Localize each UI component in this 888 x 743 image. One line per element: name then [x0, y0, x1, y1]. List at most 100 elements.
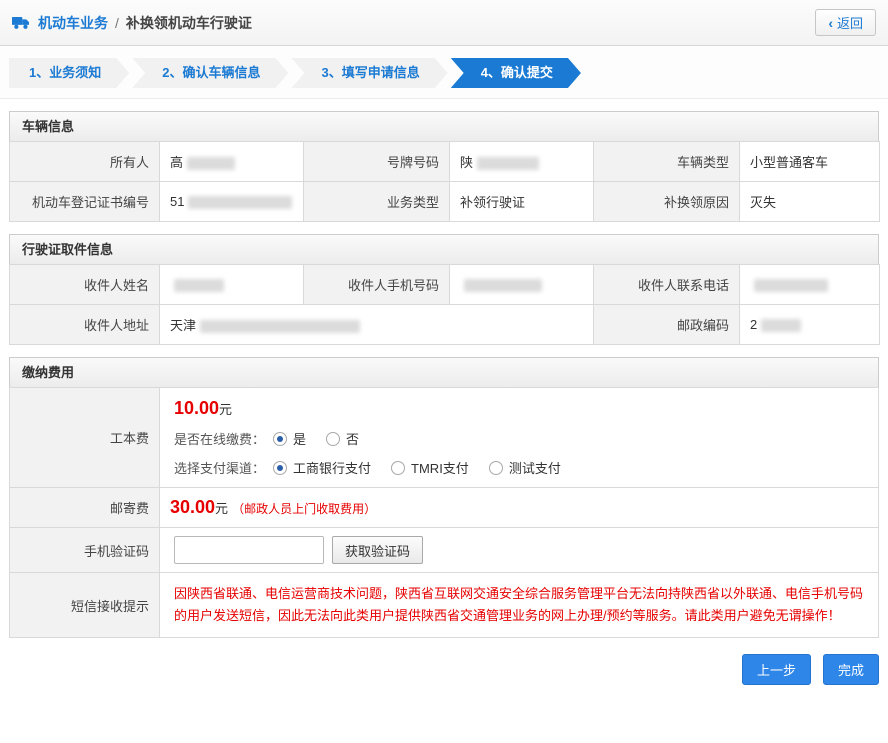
- business-type-value: 补领行驶证: [449, 181, 594, 222]
- sms-code-content: 获取验证码: [159, 527, 879, 573]
- postage-fee-content: 30.00元 （邮政人员上门收取费用）: [159, 487, 879, 528]
- pickup-info-title: 行驶证取件信息: [9, 234, 879, 265]
- redacted-value: [754, 279, 828, 293]
- postage-fee-unit: 元: [215, 501, 229, 516]
- radio-channel-tmri-label: TMRI支付: [411, 461, 469, 476]
- postage-fee-amount: 30.00: [170, 497, 216, 517]
- reason-value: 灭失: [739, 181, 880, 222]
- back-button-label: 返回: [836, 16, 863, 31]
- reason-label: 补换领原因: [593, 181, 740, 222]
- radio-channel-test-label: 测试支付: [508, 461, 561, 476]
- table-row: 收件人姓名 收件人手机号码 收件人联系电话: [9, 264, 880, 305]
- table-row: 手机验证码 获取验证码: [9, 527, 879, 573]
- redacted-value: [200, 320, 361, 334]
- step-wizard: 1、业务须知 2、确认车辆信息 3、填写申请信息 4、确认提交: [0, 46, 888, 99]
- back-chevron-icon: ‹: [828, 14, 833, 31]
- recipient-phone-value: [739, 264, 880, 305]
- sms-notice-content: 因陕西省联通、电信运营商技术问题，陕西省互联网交通安全综合服务管理平台无法向持陕…: [159, 571, 879, 639]
- cost-fee-content: 10.00元 是否在线缴费： 是 否 选择支付渠道： 工商银行支付 TMRI支付…: [159, 387, 879, 488]
- online-payment-question: 是否在线缴费：: [174, 432, 266, 447]
- radio-online-no-label: 否: [346, 432, 360, 447]
- payment-channel-question-row: 选择支付渠道： 工商银行支付 TMRI支付 测试支付: [174, 458, 864, 477]
- redacted-value: [464, 279, 542, 293]
- redacted-value: [477, 157, 540, 171]
- radio-online-yes[interactable]: 是: [273, 429, 306, 448]
- truck-icon: [12, 15, 31, 30]
- redacted-value: [761, 319, 802, 333]
- fees-section: 缴纳费用 工本费 10.00元 是否在线缴费： 是 否 选择支付渠道： 工商银行…: [9, 357, 879, 639]
- payment-channel-question: 选择支付渠道：: [174, 461, 266, 476]
- previous-step-button[interactable]: 上一步: [741, 654, 811, 686]
- get-code-button[interactable]: 获取验证码: [332, 536, 424, 564]
- fees-title: 缴纳费用: [9, 357, 879, 388]
- radio-online-no[interactable]: 否: [326, 429, 359, 448]
- footer-actions: 上一步 完成: [0, 638, 888, 703]
- registration-no-value: 51: [159, 181, 304, 222]
- owner-value: 高: [159, 141, 304, 182]
- sms-notice-text: 因陕西省联通、电信运营商技术问题，陕西省互联网交通安全综合服务管理平台无法向持陕…: [174, 586, 864, 624]
- sms-notice-label: 短信接收提示: [9, 571, 160, 639]
- recipient-address-value: 天津: [159, 304, 594, 345]
- vehicle-type-value: 小型普通客车: [739, 141, 880, 182]
- postal-code-label: 邮政编码: [593, 304, 740, 345]
- finish-button[interactable]: 完成: [822, 654, 879, 686]
- postal-code-value: 2: [739, 304, 880, 345]
- radio-channel-icbc[interactable]: 工商银行支付: [273, 458, 371, 477]
- fees-table: 工本费 10.00元 是否在线缴费： 是 否 选择支付渠道： 工商银行支付 TM…: [9, 387, 879, 639]
- radio-circle-icon: [273, 460, 288, 475]
- recipient-name-value: [159, 264, 304, 305]
- business-type-label: 业务类型: [303, 181, 450, 222]
- cost-fee-label: 工本费: [9, 387, 160, 488]
- table-row: 收件人地址 天津 邮政编码 2: [9, 304, 880, 345]
- table-row: 工本费 10.00元 是否在线缴费： 是 否 选择支付渠道： 工商银行支付 TM…: [9, 387, 879, 488]
- table-row: 所有人 高 号牌号码 陕 车辆类型 小型普通客车: [9, 141, 880, 182]
- redacted-value: [187, 157, 236, 171]
- postage-fee-label: 邮寄费: [9, 487, 160, 528]
- online-payment-question-row: 是否在线缴费： 是 否: [174, 429, 864, 448]
- postage-fee-note: （邮政人员上门收取费用）: [232, 502, 377, 516]
- vehicle-info-section: 车辆信息 所有人 高 号牌号码 陕 车辆类型 小型普通客车 机动车登记证书编号 …: [9, 111, 880, 222]
- pickup-info-table: 收件人姓名 收件人手机号码 收件人联系电话 收件人地址 天津 邮政编码 2: [9, 264, 880, 345]
- sms-code-label: 手机验证码: [9, 527, 160, 573]
- cost-fee-amount: 10.00: [174, 398, 220, 418]
- recipient-name-label: 收件人姓名: [9, 264, 160, 305]
- sms-code-input[interactable]: [174, 536, 324, 564]
- breadcrumb-separator: /: [115, 14, 119, 31]
- plate-value: 陕: [449, 141, 594, 182]
- radio-circle-icon: [326, 431, 341, 446]
- step-3-fill-application: 3、填写申请信息: [291, 58, 447, 88]
- recipient-mobile-label: 收件人手机号码: [303, 264, 450, 305]
- table-row: 机动车登记证书编号 51 业务类型 补领行驶证 补换领原因 灭失: [9, 181, 880, 222]
- plate-label: 号牌号码: [303, 141, 450, 182]
- step-1-business-notice: 1、业务须知: [9, 58, 129, 88]
- back-button[interactable]: ‹ 返回: [815, 9, 876, 36]
- step-2-confirm-vehicle: 2、确认车辆信息: [132, 58, 288, 88]
- radio-circle-icon: [273, 431, 288, 446]
- vehicle-info-title: 车辆信息: [9, 111, 879, 142]
- breadcrumb: 机动车业务 / 补换领机动车行驶证: [12, 13, 252, 33]
- radio-channel-icbc-label: 工商银行支付: [293, 461, 372, 476]
- vehicle-type-label: 车辆类型: [593, 141, 740, 182]
- registration-no-label: 机动车登记证书编号: [9, 181, 160, 222]
- recipient-phone-label: 收件人联系电话: [593, 264, 740, 305]
- page-title-category: 机动车业务: [38, 14, 108, 31]
- recipient-address-label: 收件人地址: [9, 304, 160, 345]
- pickup-info-section: 行驶证取件信息 收件人姓名 收件人手机号码 收件人联系电话 收件人地址 天津 邮…: [9, 234, 880, 345]
- cost-fee-price: 10.00元: [174, 398, 864, 419]
- step-4-confirm-submit: 4、确认提交: [451, 58, 581, 88]
- radio-online-yes-label: 是: [293, 432, 307, 447]
- table-row: 邮寄费 30.00元 （邮政人员上门收取费用）: [9, 487, 879, 528]
- radio-channel-tmri[interactable]: TMRI支付: [391, 458, 469, 477]
- radio-circle-icon: [488, 460, 503, 475]
- radio-circle-icon: [391, 460, 406, 475]
- cost-fee-unit: 元: [219, 402, 233, 417]
- recipient-mobile-value: [449, 264, 594, 305]
- page-header: 机动车业务 / 补换领机动车行驶证 ‹ 返回: [0, 0, 888, 46]
- owner-label: 所有人: [9, 141, 160, 182]
- redacted-value: [188, 196, 293, 210]
- redacted-value: [174, 279, 224, 293]
- page-title: 补换领机动车行驶证: [125, 14, 252, 31]
- table-row: 短信接收提示 因陕西省联通、电信运营商技术问题，陕西省互联网交通安全综合服务管理…: [9, 571, 879, 639]
- radio-channel-test[interactable]: 测试支付: [488, 458, 561, 477]
- vehicle-info-table: 所有人 高 号牌号码 陕 车辆类型 小型普通客车 机动车登记证书编号 51 业务…: [9, 141, 880, 222]
